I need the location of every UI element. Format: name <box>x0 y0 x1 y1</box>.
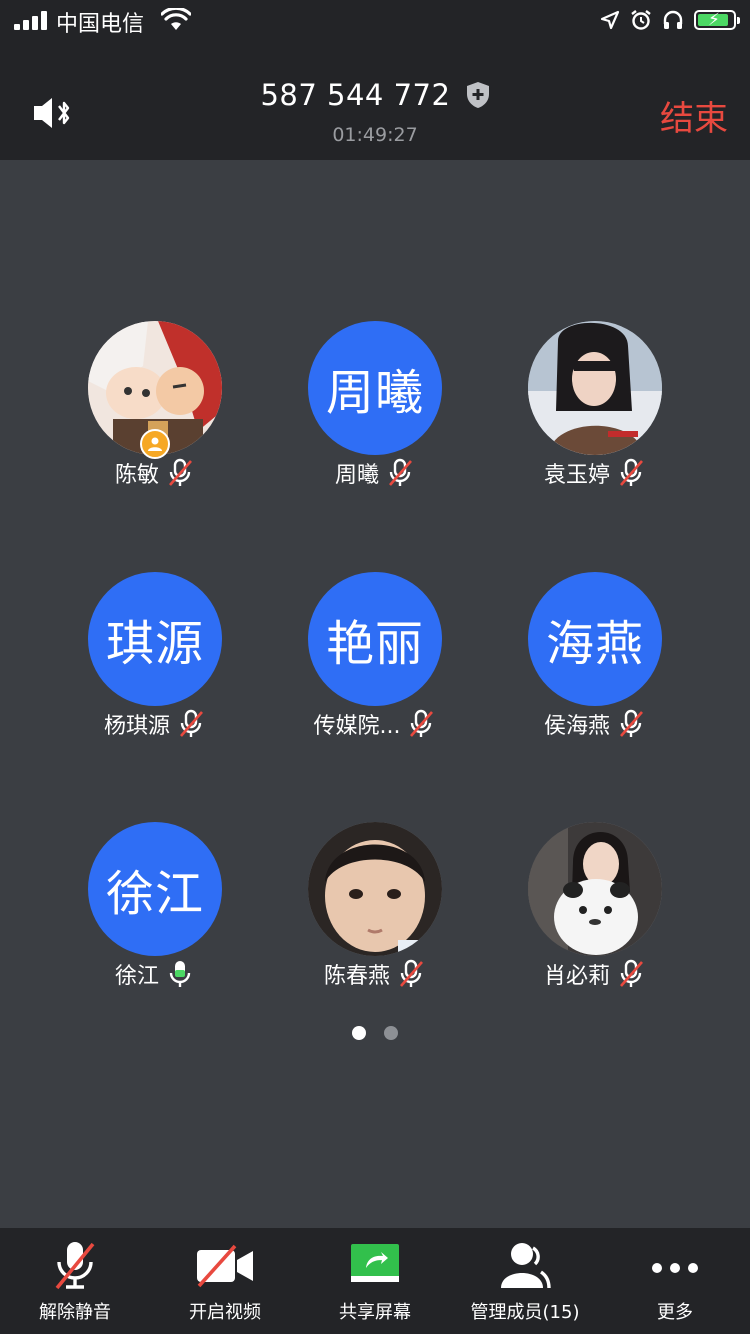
participant-tile[interactable]: 陈春燕 <box>264 822 484 1002</box>
participant-name: 周曦 <box>334 463 379 488</box>
video-off-icon <box>197 1244 253 1288</box>
active-mic-icon <box>169 961 191 987</box>
participant-label: 周曦 <box>264 457 484 489</box>
participant-avatar-photo <box>308 822 442 956</box>
more-dots-icon <box>652 1263 698 1273</box>
meeting-header: 587 544 772 01:49:27 结束 <box>0 40 750 160</box>
cellular-signal-icon <box>14 10 50 30</box>
meeting-id-row[interactable]: 587 544 772 <box>0 78 750 114</box>
participant-name: 陈敏 <box>114 463 159 488</box>
headphones-icon <box>663 10 683 29</box>
participant-tile[interactable]: 艳丽 传媒院... <box>264 572 484 752</box>
participant-name: 陈春燕 <box>323 964 390 989</box>
muted-mic-icon <box>620 959 643 987</box>
carrier-name: 中国电信 <box>56 12 145 37</box>
participant-name: 徐江 <box>114 964 159 989</box>
muted-mic-icon <box>180 709 203 737</box>
bottom-toolbar: 解除静音 开启视频 共享屏幕 管理成员(15) 更多 <box>0 1228 750 1334</box>
participant-label: 徐江 <box>44 958 264 990</box>
alarm-clock-icon <box>631 10 651 30</box>
muted-mic-icon <box>400 959 423 987</box>
status-icons: ⚡ <box>600 6 740 34</box>
participant-label: 肖必莉 <box>484 958 704 990</box>
security-shield-icon <box>466 82 489 108</box>
participant-avatar-photo <box>528 822 662 956</box>
participant-label: 侯海燕 <box>484 708 704 740</box>
muted-mic-icon <box>620 458 643 486</box>
unmute-label: 解除静音 <box>39 1302 111 1323</box>
muted-mic-icon <box>55 1242 95 1290</box>
share-screen-icon <box>351 1244 399 1282</box>
participant-avatar-initials: 周曦 <box>308 321 442 455</box>
end-meeting-button[interactable]: 结束 <box>660 91 728 140</box>
muted-mic-icon <box>410 709 434 737</box>
participant-tile[interactable]: 徐江 徐江 <box>44 822 264 1002</box>
more-button[interactable]: 更多 <box>600 1228 750 1334</box>
participant-label: 陈春燕 <box>264 958 484 990</box>
battery-icon: ⚡ <box>694 10 740 30</box>
participant-avatar-initials: 琪源 <box>88 572 222 706</box>
host-badge-icon <box>140 429 170 459</box>
participant-label: 杨琪源 <box>44 708 264 740</box>
muted-mic-icon <box>169 458 192 486</box>
share-screen-button[interactable]: 共享屏幕 <box>300 1228 450 1334</box>
participant-tile[interactable]: 琪源 杨琪源 <box>44 572 264 752</box>
participant-tile[interactable]: 陈敏 <box>44 321 264 501</box>
participant-tile[interactable]: 肖必莉 <box>484 822 704 1002</box>
participant-tile[interactable]: 周曦 周曦 <box>264 321 484 501</box>
participant-name: 杨琪源 <box>103 714 170 739</box>
share-screen-label: 共享屏幕 <box>339 1302 411 1323</box>
manage-members-label: 管理成员(15) <box>470 1302 580 1323</box>
manage-members-button[interactable]: 管理成员(15) <box>450 1228 600 1334</box>
start-video-button[interactable]: 开启视频 <box>150 1228 300 1334</box>
page-dot[interactable] <box>384 1026 398 1040</box>
participant-tile[interactable]: 海燕 侯海燕 <box>484 572 704 752</box>
participant-avatar-initials: 艳丽 <box>308 572 442 706</box>
muted-mic-icon <box>389 458 412 486</box>
participant-name: 传媒院... <box>313 714 401 739</box>
participant-label: 袁玉婷 <box>484 457 704 489</box>
participant-tile[interactable]: 袁玉婷 <box>484 321 704 501</box>
participant-avatar-initials: 徐江 <box>88 822 222 956</box>
meeting-duration: 01:49:27 <box>332 124 418 146</box>
meeting-id: 587 544 772 <box>260 78 451 112</box>
wifi-icon <box>161 8 191 30</box>
participant-label: 陈敏 <box>44 457 264 489</box>
location-arrow-icon <box>600 10 620 30</box>
participant-label: 传媒院... <box>264 708 484 740</box>
participant-avatar-photo <box>528 321 662 455</box>
unmute-button[interactable]: 解除静音 <box>0 1228 150 1334</box>
page-indicator[interactable] <box>0 1026 750 1040</box>
participant-avatar-initials: 海燕 <box>528 572 662 706</box>
participant-name: 侯海燕 <box>543 714 610 739</box>
page-dot-active[interactable] <box>352 1026 366 1040</box>
start-video-label: 开启视频 <box>189 1302 261 1323</box>
members-icon <box>501 1243 551 1289</box>
participant-name: 袁玉婷 <box>543 463 610 488</box>
muted-mic-icon <box>620 709 643 737</box>
participant-name: 肖必莉 <box>543 964 610 989</box>
status-bar: 中国电信 ⚡ <box>0 0 750 40</box>
more-label: 更多 <box>657 1302 693 1323</box>
